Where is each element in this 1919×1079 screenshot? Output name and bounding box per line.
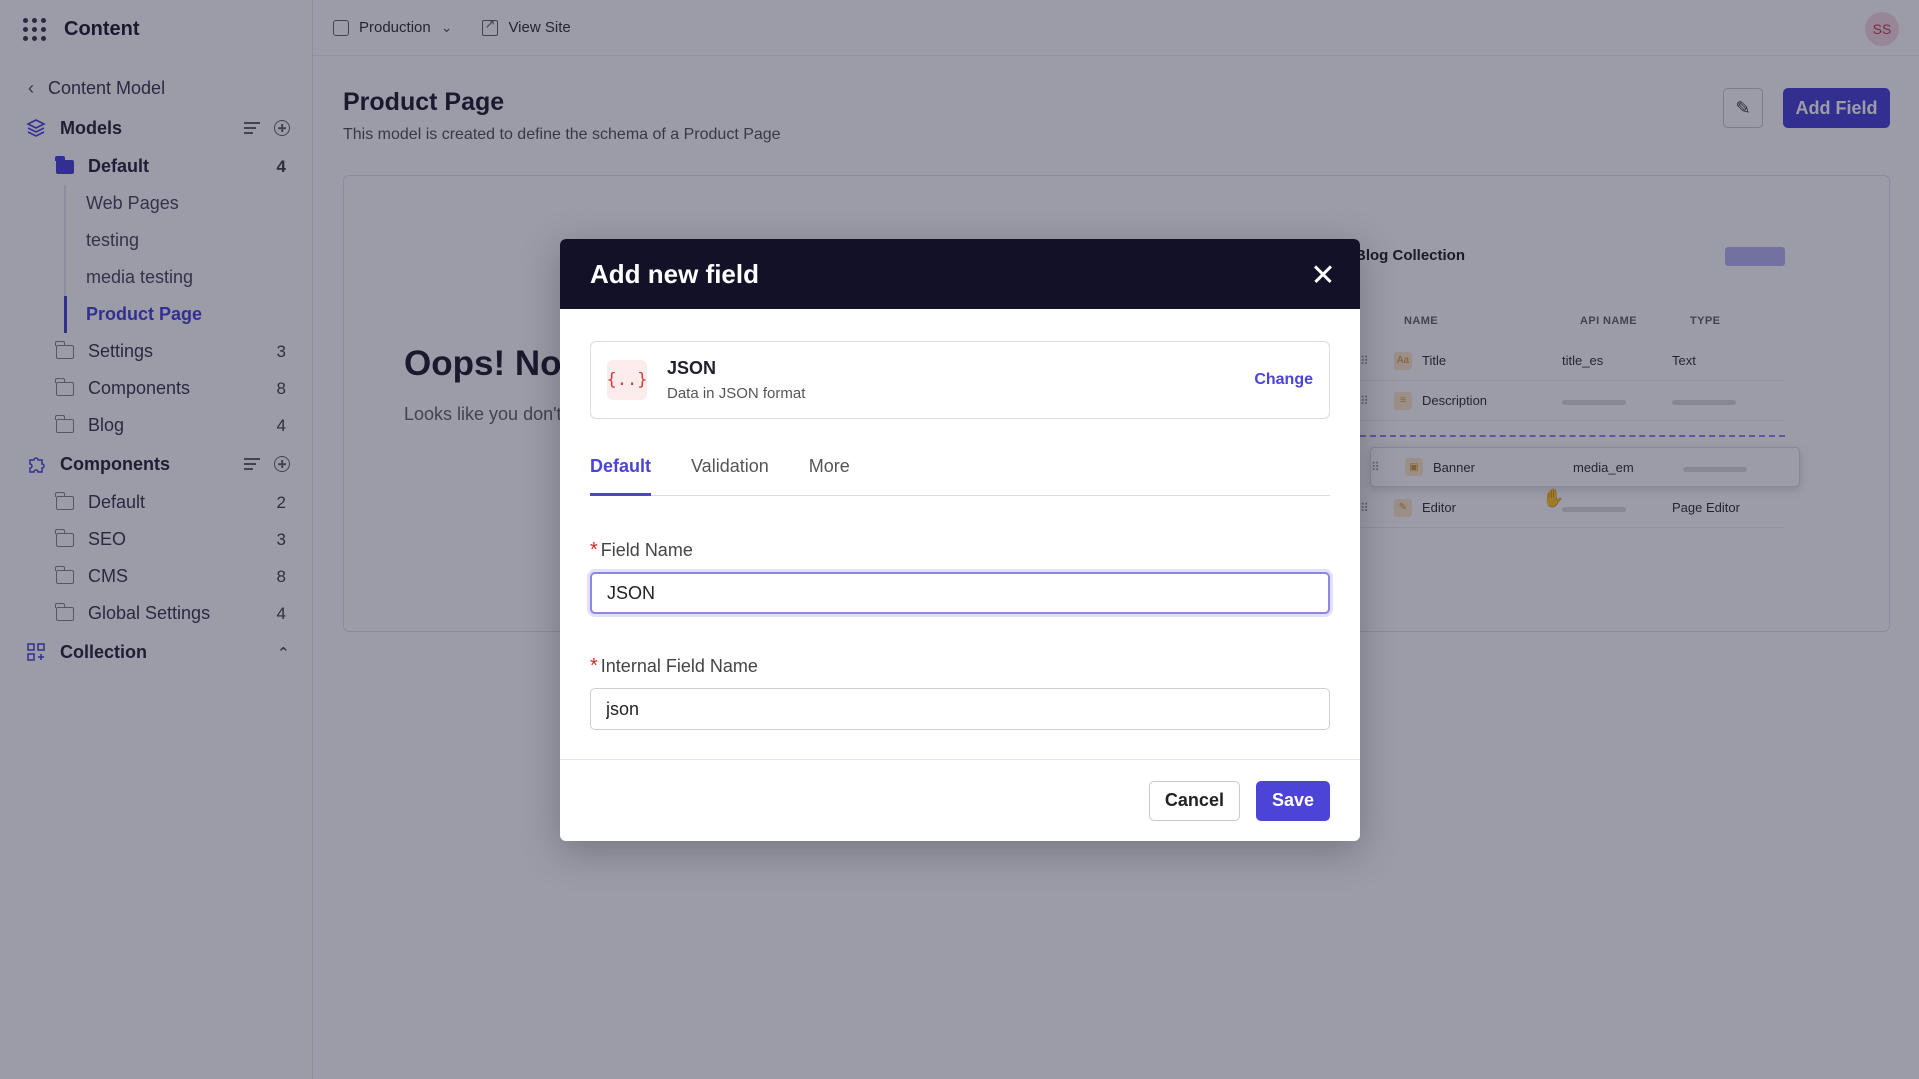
json-braces-icon: {..} bbox=[607, 360, 647, 400]
modal-footer: Cancel Save bbox=[560, 759, 1360, 841]
app-root: Content ‹ Content Model Models Default 4… bbox=[0, 0, 1919, 1079]
modal-title: Add new field bbox=[590, 258, 759, 289]
internal-field-name-label-text: Internal Field Name bbox=[600, 656, 758, 676]
save-button[interactable]: Save bbox=[1255, 780, 1330, 821]
internal-field-name-label: * Internal Field Name bbox=[590, 655, 758, 678]
required-asterisk: * bbox=[590, 655, 598, 677]
field-type-name: JSON bbox=[667, 358, 717, 378]
field-type-card: {..} JSON Data in JSON format Change bbox=[590, 341, 1330, 419]
modal-header: Add new field bbox=[560, 239, 1360, 309]
tab-more[interactable]: More bbox=[809, 454, 850, 496]
change-type-link[interactable]: Change bbox=[1254, 371, 1313, 389]
modal-tabs: Default Validation More bbox=[590, 454, 1330, 496]
internal-field-name-input[interactable] bbox=[590, 688, 1330, 730]
tab-validation[interactable]: Validation bbox=[691, 454, 769, 496]
field-name-label: * Field Name bbox=[590, 539, 693, 562]
field-type-description: Data in JSON format bbox=[667, 385, 806, 402]
required-asterisk: * bbox=[590, 539, 598, 561]
close-icon[interactable] bbox=[1308, 259, 1338, 289]
cancel-button[interactable]: Cancel bbox=[1148, 780, 1240, 821]
tab-default[interactable]: Default bbox=[590, 454, 652, 496]
field-name-label-text: Field Name bbox=[600, 540, 693, 560]
add-field-modal: Add new field {..} JSON Data in JSON for… bbox=[560, 239, 1360, 841]
field-name-input[interactable] bbox=[590, 572, 1330, 614]
